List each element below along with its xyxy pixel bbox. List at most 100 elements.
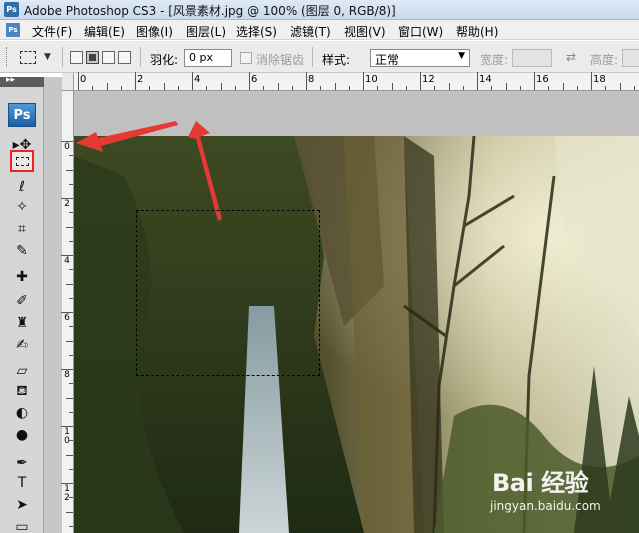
ruler-tick-label: 6 <box>251 74 258 85</box>
ruler-minor-tick <box>69 411 73 413</box>
pen-tool[interactable]: ✒ <box>10 452 34 474</box>
blur-tool[interactable]: ◐ <box>10 402 34 424</box>
ruler-minor-tick <box>234 86 236 90</box>
ruler-minor-tick <box>69 497 73 499</box>
ruler-tick-label: 2 <box>137 74 144 85</box>
ruler-major-tick <box>306 72 307 90</box>
type-icon: T <box>17 475 27 491</box>
ruler-minor-tick <box>69 155 73 157</box>
ruler-tick-label: 12 <box>422 74 435 85</box>
watermark-url: jingyan.baidu.com <box>490 499 601 513</box>
menu-image[interactable]: 图像(I) <box>136 23 173 40</box>
menu-select[interactable]: 选择(S) <box>236 23 277 40</box>
history-brush-tool[interactable]: ✍ <box>10 334 34 356</box>
rectangular-marquee-tool[interactable] <box>10 150 34 172</box>
menu-filter[interactable]: 滤镜(T) <box>290 23 331 40</box>
ruler-minor-tick <box>66 454 73 456</box>
ruler-minor-tick <box>69 326 73 328</box>
ruler-origin[interactable] <box>62 73 74 91</box>
antialias-checkbox[interactable] <box>240 52 252 64</box>
new-selection-button[interactable] <box>70 51 83 64</box>
menu-layer[interactable]: 图层(L) <box>186 23 226 40</box>
ruler-minor-tick <box>391 83 393 90</box>
ruler-major-tick <box>591 72 592 90</box>
ruler-minor-tick <box>120 86 122 90</box>
collapse-arrows-icon[interactable]: ▸▸ <box>6 75 15 85</box>
width-input[interactable] <box>512 49 552 67</box>
horizontal-ruler[interactable]: 0 2 4 6 8 10 12 14 16 18 <box>74 72 639 91</box>
ruler-minor-tick <box>277 83 279 90</box>
ruler-minor-tick <box>206 86 208 90</box>
ruler-tick-label: 0 <box>64 142 70 152</box>
rectangular-marquee-icon <box>16 157 29 166</box>
toolbox-header[interactable]: ▸▸ <box>0 75 44 87</box>
style-label: 样式: <box>322 53 351 67</box>
ruler-tick-label: 8 <box>308 74 315 85</box>
ruler-tick-label: 10 <box>365 74 378 85</box>
blur-icon: ◐ <box>15 405 29 421</box>
dodge-tool[interactable]: ● <box>10 424 34 446</box>
ruler-tick-label: 8 <box>64 370 70 380</box>
slice-tool[interactable]: ✎ <box>10 240 34 262</box>
rectangle-tool[interactable]: ▭ <box>10 516 34 533</box>
ruler-minor-tick <box>491 86 493 90</box>
ruler-minor-tick <box>291 86 293 90</box>
photoshop-menu-icon[interactable]: Ps <box>6 23 20 37</box>
ruler-major-tick <box>78 72 79 90</box>
feather-input[interactable]: 0 px <box>184 49 232 67</box>
vertical-ruler[interactable]: 0 2 4 6 8 1 0 1 2 <box>61 91 74 533</box>
menu-edit[interactable]: 编辑(E) <box>84 23 125 40</box>
ruler-minor-tick <box>163 83 165 90</box>
ruler-minor-tick <box>69 240 73 242</box>
lasso-icon: ℓ <box>19 179 25 195</box>
type-tool[interactable]: T <box>10 472 34 494</box>
options-bar: ▼ 羽化: 0 px 消除锯齿 样式: 正常 ▼ 宽度: ⇄ 高度: <box>0 41 639 73</box>
magic-wand-icon: ✧ <box>16 199 28 215</box>
ruler-minor-tick <box>462 86 464 90</box>
toolbox-panel: ▸▸ Ps ▸✥ ℓ ✧ ⌗ ✎ ✚ ✐ ♜ ✍ ▱ ⛾ ◐ ● ✒ T ➤ ▭ <box>0 75 44 533</box>
photoshop-logo[interactable]: Ps <box>8 103 36 127</box>
style-select[interactable]: 正常 ▼ <box>370 49 470 67</box>
magic-wand-tool[interactable]: ✧ <box>10 196 34 218</box>
menu-help[interactable]: 帮助(H) <box>456 23 498 40</box>
title-bar: Ps Adobe Photoshop CS3 - [风景素材.jpg @ 100… <box>0 0 639 20</box>
clone-stamp-tool[interactable]: ♜ <box>10 312 34 334</box>
width-label: 宽度: <box>480 53 509 67</box>
tool-preset-picker[interactable]: ▼ <box>16 49 56 67</box>
options-bar-grip[interactable] <box>6 47 9 67</box>
pen-icon: ✒ <box>16 455 28 471</box>
menu-file[interactable]: 文件(F) <box>32 23 72 40</box>
ruler-tick-label: 1 2 <box>64 484 70 503</box>
brush-tool[interactable]: ✐ <box>10 290 34 312</box>
selection-marquee[interactable] <box>136 210 320 376</box>
healing-brush-tool[interactable]: ✚ <box>10 266 34 288</box>
options-separator <box>312 47 313 67</box>
intersect-selection-button[interactable] <box>118 51 131 64</box>
swap-dimensions-icon[interactable]: ⇄ <box>566 50 576 64</box>
eraser-tool[interactable]: ▱ <box>10 360 34 382</box>
paint-bucket-icon: ⛾ <box>16 383 28 399</box>
dodge-icon: ● <box>15 427 29 443</box>
subtract-from-selection-button[interactable] <box>102 51 115 64</box>
menu-window[interactable]: 窗口(W) <box>398 23 443 40</box>
ruler-minor-tick <box>69 383 73 385</box>
ruler-minor-tick <box>334 83 336 90</box>
ruler-minor-tick <box>66 340 73 342</box>
menu-view[interactable]: 视图(V) <box>344 23 386 40</box>
rectangle-icon: ▭ <box>15 519 29 533</box>
ruler-minor-tick <box>519 86 521 90</box>
ruler-minor-tick <box>69 525 73 527</box>
ruler-minor-tick <box>377 86 379 90</box>
ruler-major-tick <box>477 72 478 90</box>
path-selection-tool[interactable]: ➤ <box>10 494 34 516</box>
ruler-minor-tick <box>263 86 265 90</box>
ruler-minor-tick <box>69 212 73 214</box>
lasso-tool[interactable]: ℓ <box>10 176 34 198</box>
ruler-minor-tick <box>66 226 73 228</box>
menu-bar: Ps 文件(F) 编辑(E) 图像(I) 图层(L) 选择(S) 滤镜(T) 视… <box>0 20 639 40</box>
brush-icon: ✐ <box>16 293 28 309</box>
height-input[interactable] <box>622 49 639 67</box>
add-to-selection-button[interactable] <box>86 51 99 64</box>
paint-bucket-tool[interactable]: ⛾ <box>10 380 34 402</box>
crop-tool[interactable]: ⌗ <box>10 218 34 240</box>
